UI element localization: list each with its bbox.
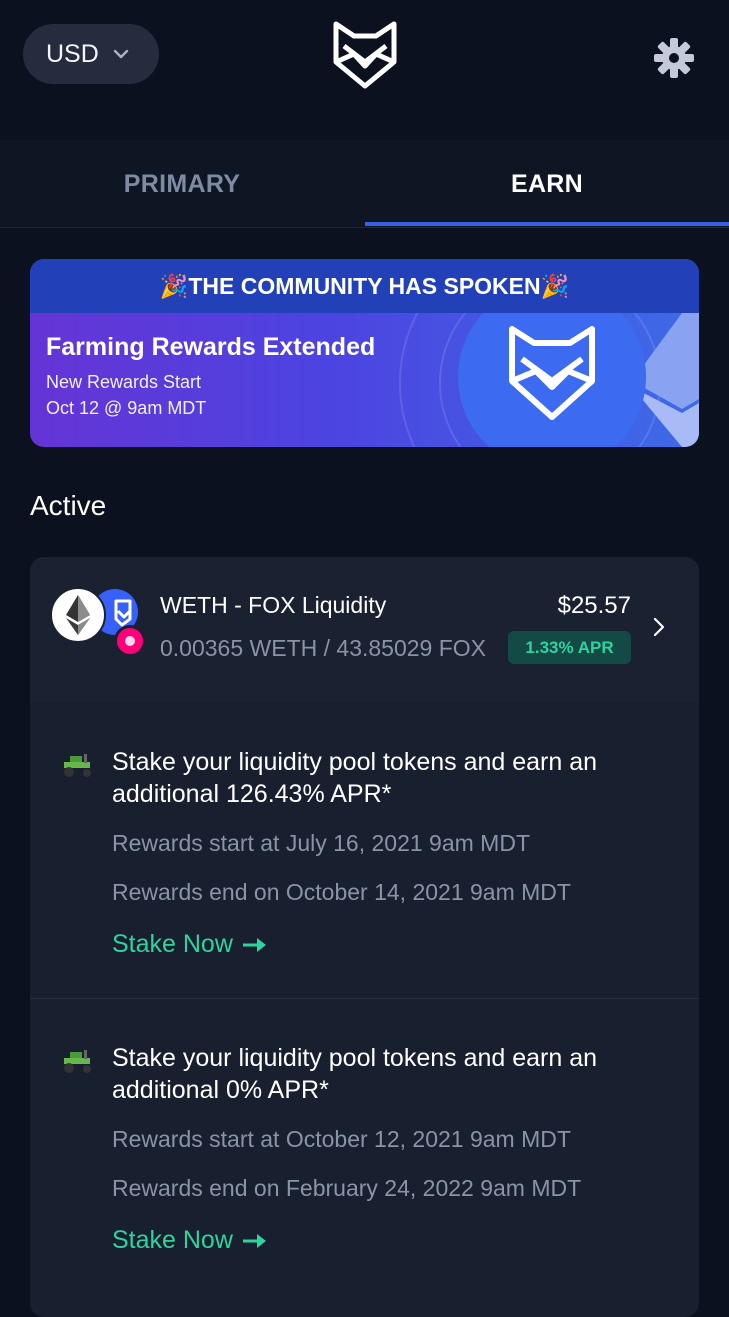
banner-title: Farming Rewards Extended	[46, 333, 376, 361]
top-bar: USD	[0, 0, 729, 112]
tab-primary[interactable]: PRIMARY	[0, 140, 364, 228]
banner-headline: 🎉THE COMMUNITY HAS SPOKEN🎉	[30, 259, 699, 313]
arrow-right-icon	[242, 937, 266, 952]
pool-card: WETH - FOX Liquidity 0.00365 WETH / 43.8…	[30, 557, 699, 1317]
fox-eth-banner-illustration	[399, 313, 699, 447]
pool-card-header[interactable]: WETH - FOX Liquidity 0.00365 WETH / 43.8…	[30, 557, 699, 702]
fox-logo-icon[interactable]	[330, 18, 400, 90]
gear-icon[interactable]	[652, 36, 696, 80]
stake-now-button[interactable]: Stake Now	[112, 1226, 267, 1255]
reward-title: Stake your liquidity pool tokens and ear…	[112, 1044, 598, 1104]
uniswap-icon	[114, 625, 146, 657]
tab-earn[interactable]: EARN	[365, 140, 729, 228]
pool-value: $25.57	[557, 592, 631, 619]
promo-banner[interactable]: 🎉THE COMMUNITY HAS SPOKEN🎉 Farming Rewar…	[30, 259, 699, 447]
pool-name: WETH - FOX Liquidity	[160, 592, 387, 618]
stake-now-button[interactable]: Stake Now	[112, 930, 267, 959]
tab-bar: PRIMARY EARN	[0, 140, 729, 228]
eth-icon	[50, 587, 106, 643]
stake-now-label: Stake Now	[112, 1226, 233, 1254]
chevron-right-icon[interactable]	[650, 615, 668, 639]
apr-badge: 1.33% APR	[508, 631, 631, 664]
stake-now-label: Stake Now	[112, 930, 233, 958]
tractor-icon	[64, 754, 91, 777]
section-title-active: Active	[30, 490, 107, 521]
reward-start: Rewards start at July 16, 2021 9am MDT	[112, 830, 530, 856]
tractor-icon	[64, 1050, 91, 1073]
banner-subtitle: New Rewards Start Oct 12 @ 9am MDT	[46, 369, 206, 421]
arrow-right-icon	[242, 1233, 266, 1248]
chevron-down-icon	[113, 49, 128, 59]
currency-selector[interactable]: USD	[23, 24, 159, 84]
reward-end: Rewards end on October 14, 2021 9am MDT	[112, 879, 571, 905]
reward-program-2: Stake your liquidity pool tokens and ear…	[30, 998, 699, 1295]
banner-subtitle-line2: Oct 12 @ 9am MDT	[46, 398, 207, 418]
currency-label: USD	[46, 39, 99, 68]
active-tab-indicator	[365, 222, 729, 226]
reward-start: Rewards start at October 12, 2021 9am MD…	[112, 1126, 571, 1152]
pool-balance: 0.00365 WETH / 43.85029 FOX	[160, 635, 487, 661]
banner-subtitle-line1: New Rewards Start	[46, 372, 202, 392]
reward-end: Rewards end on February 24, 2022 9am MDT	[112, 1175, 582, 1201]
reward-title: Stake your liquidity pool tokens and ear…	[112, 748, 598, 808]
reward-program-1: Stake your liquidity pool tokens and ear…	[30, 702, 699, 999]
